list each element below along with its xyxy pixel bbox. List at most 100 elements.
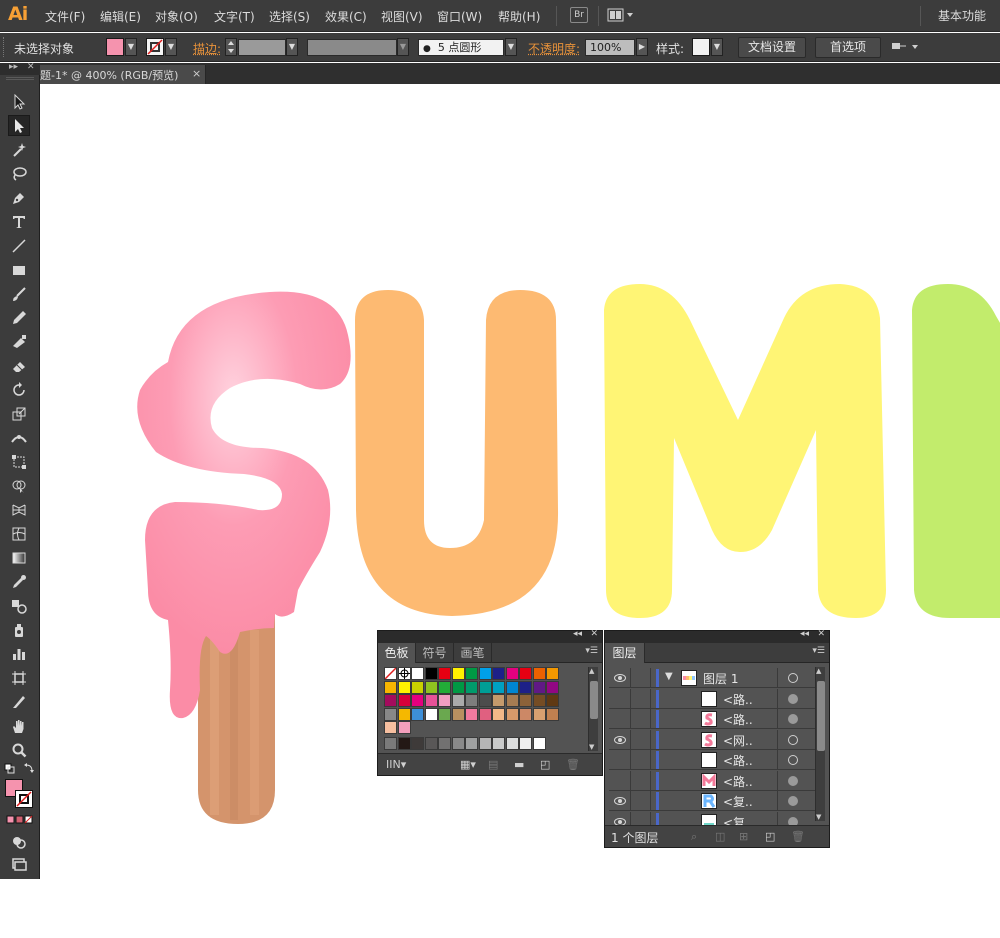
- color-swatch[interactable]: [532, 707, 546, 721]
- color-swatch[interactable]: [411, 707, 424, 721]
- stroke-weight-dropdown[interactable]: ▼: [286, 38, 298, 56]
- color-swatch[interactable]: [397, 694, 411, 707]
- menu-effect[interactable]: 效果(C): [325, 8, 367, 25]
- stroke-swatch[interactable]: [146, 38, 164, 56]
- none-mode-icon[interactable]: [24, 815, 33, 824]
- menu-help[interactable]: 帮助(H): [498, 8, 540, 25]
- free-transform-tool[interactable]: [8, 451, 30, 472]
- rectangle-tool[interactable]: [8, 259, 30, 280]
- delete-swatch-icon[interactable]: 🗑: [566, 758, 580, 771]
- opacity-field[interactable]: 100%: [585, 39, 635, 56]
- drawing-modes-tool[interactable]: [8, 831, 30, 852]
- preferences-button[interactable]: 首选项: [815, 37, 881, 58]
- fill-swatch[interactable]: [106, 38, 124, 56]
- color-swatch[interactable]: [438, 707, 451, 721]
- layers-scroll-thumb[interactable]: [817, 681, 825, 751]
- color-swatch[interactable]: [532, 680, 546, 694]
- close-icon[interactable]: ✕: [817, 629, 825, 639]
- stroke-dropdown[interactable]: ▼: [165, 38, 177, 56]
- collapse-panel-icon[interactable]: ◂◂: [573, 629, 582, 639]
- symbol-sprayer-tool[interactable]: [8, 619, 30, 640]
- gray-swatch[interactable]: [411, 736, 424, 750]
- new-swatch-icon[interactable]: ◰: [540, 758, 550, 771]
- control-bar-menu-button[interactable]: [890, 39, 922, 56]
- collapse-panel-icon[interactable]: ◂◂: [800, 629, 809, 639]
- color-swatch[interactable]: [411, 667, 424, 680]
- default-fill-stroke-icon[interactable]: [4, 763, 15, 774]
- layer-name[interactable]: <网..: [723, 732, 753, 749]
- color-swatch[interactable]: [546, 667, 559, 680]
- arrange-documents-button[interactable]: [606, 7, 634, 23]
- color-swatch[interactable]: [424, 694, 438, 707]
- menu-type[interactable]: 文字(T): [214, 8, 255, 25]
- color-swatch[interactable]: [384, 721, 397, 734]
- color-swatch[interactable]: [465, 667, 478, 680]
- color-swatch[interactable]: [411, 680, 424, 694]
- workspace-switcher[interactable]: 基本功能: [938, 7, 986, 24]
- target-cell[interactable]: [777, 770, 811, 791]
- layer-row-path[interactable]: <路..: [609, 709, 815, 729]
- pencil-tool[interactable]: [8, 307, 30, 328]
- layer-name[interactable]: <复..: [723, 793, 753, 810]
- color-swatch[interactable]: [451, 707, 465, 721]
- shape-builder-tool[interactable]: [8, 475, 30, 496]
- color-swatch[interactable]: [384, 707, 397, 721]
- lock-toggle[interactable]: [631, 791, 651, 811]
- layers-scrollbar[interactable]: ▲ ▼: [815, 667, 825, 821]
- make-clipping-mask-icon[interactable]: ◫: [715, 830, 725, 843]
- opacity-dropdown[interactable]: ▶: [636, 38, 648, 56]
- panel-menu-icon[interactable]: ▾☰: [812, 646, 825, 656]
- new-layer-icon[interactable]: ◰: [765, 830, 775, 843]
- color-swatch[interactable]: [505, 707, 519, 721]
- gray-swatch[interactable]: [451, 736, 465, 750]
- new-sublayer-icon[interactable]: ⊞: [739, 830, 748, 843]
- color-swatch[interactable]: [451, 667, 465, 680]
- scroll-up-icon[interactable]: ▲: [816, 667, 821, 675]
- layers-panel-titlebar[interactable]: ◂◂ ✕: [605, 629, 829, 643]
- mesh-tool[interactable]: [8, 523, 30, 544]
- lock-toggle[interactable]: [631, 688, 651, 709]
- color-swatch[interactable]: [465, 694, 478, 707]
- letter-m-green[interactable]: [912, 284, 1000, 618]
- hand-tool[interactable]: [8, 715, 30, 736]
- blend-tool[interactable]: [8, 595, 30, 616]
- color-swatch[interactable]: [438, 667, 451, 680]
- tools-grip[interactable]: [6, 77, 34, 80]
- color-swatch[interactable]: [532, 667, 546, 680]
- lock-toggle[interactable]: [631, 770, 651, 791]
- swatches-scrollbar[interactable]: ▲ ▼: [588, 667, 598, 751]
- delete-layer-icon[interactable]: 🗑: [791, 830, 805, 843]
- visibility-toggle[interactable]: [609, 729, 631, 750]
- layer-name[interactable]: <路..: [723, 691, 753, 708]
- color-swatch[interactable]: [478, 667, 492, 680]
- color-swatch[interactable]: [492, 707, 505, 721]
- paintbrush-tool[interactable]: [8, 283, 30, 304]
- layer-name[interactable]: <路..: [723, 773, 753, 790]
- stroke-color-box[interactable]: [15, 790, 33, 808]
- width-tool[interactable]: [8, 427, 30, 448]
- color-swatch[interactable]: [384, 680, 397, 694]
- locate-object-icon[interactable]: ⌕: [691, 830, 697, 844]
- artboard-canvas[interactable]: [41, 84, 1000, 938]
- layer-name[interactable]: <路..: [723, 711, 753, 728]
- target-cell[interactable]: [777, 709, 811, 729]
- gradient-mode-icon[interactable]: [15, 815, 24, 824]
- graphic-style-swatch[interactable]: [692, 38, 710, 56]
- selection-tool[interactable]: [8, 91, 30, 112]
- brush-dropdown[interactable]: ▼: [505, 38, 517, 56]
- color-swatch[interactable]: [451, 694, 465, 707]
- color-swatch[interactable]: [451, 680, 465, 694]
- color-swatch[interactable]: [546, 694, 559, 707]
- stroke-weight-stepper[interactable]: [225, 38, 237, 56]
- lasso-tool[interactable]: [8, 163, 30, 184]
- gray-swatch[interactable]: [532, 736, 546, 750]
- column-graph-tool[interactable]: [8, 643, 30, 664]
- color-swatch[interactable]: [397, 721, 411, 734]
- visibility-toggle[interactable]: [609, 750, 631, 770]
- visibility-toggle[interactable]: [609, 791, 631, 811]
- graphic-style-dropdown[interactable]: ▼: [711, 38, 723, 56]
- visibility-toggle[interactable]: [609, 668, 631, 688]
- type-tool[interactable]: [8, 211, 30, 232]
- gray-swatch[interactable]: [519, 736, 532, 750]
- lock-toggle[interactable]: [631, 668, 651, 688]
